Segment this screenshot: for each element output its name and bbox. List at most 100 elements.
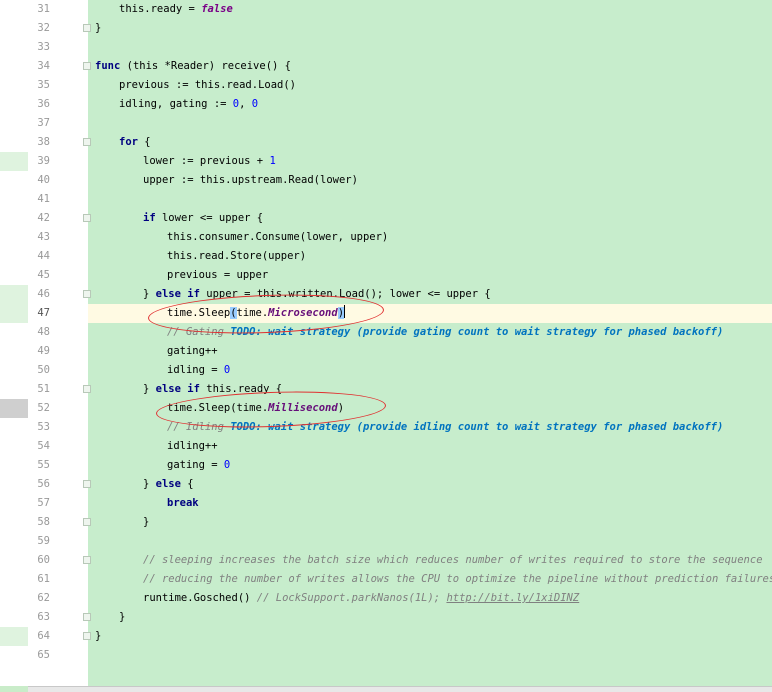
code-line[interactable]: 41 xyxy=(0,190,772,209)
code-token: 1 xyxy=(269,155,276,167)
code-line[interactable]: 36 idling, gating := 0, 0 xyxy=(0,95,772,114)
line-number: 58 xyxy=(37,516,50,528)
code-token: { xyxy=(180,478,194,490)
line-number: 55 xyxy=(37,459,50,471)
code-token: } xyxy=(143,478,156,490)
code-line[interactable]: 52 time.Sleep(time.Millisecond) xyxy=(0,399,772,418)
line-number: 48 xyxy=(37,326,50,338)
code-line[interactable]: 39 lower := previous + 1 xyxy=(0,152,772,171)
code-token: this.ready = xyxy=(119,3,202,15)
line-number: 44 xyxy=(37,250,50,262)
code-line[interactable]: 65 xyxy=(0,646,772,665)
code-token: false xyxy=(201,3,233,15)
code-line[interactable]: 42 if lower <= upper { xyxy=(0,209,772,228)
code-line[interactable]: 53// Idling TODO: wait strategy (provide… xyxy=(0,418,772,437)
code-editor[interactable]: 31 this.ready = false 32} 33 34 func (this *R… xyxy=(0,0,772,686)
code-line[interactable]: 59 xyxy=(0,532,772,551)
line-number: 37 xyxy=(37,117,50,129)
code-token: 0 xyxy=(223,364,231,376)
code-token: 0 xyxy=(223,459,231,471)
code-token: this.read.Store(upper) xyxy=(167,250,307,262)
fold-toggle-icon[interactable] xyxy=(83,480,91,488)
code-token: lower <= upper { xyxy=(155,212,264,224)
code-line[interactable]: 63} xyxy=(0,608,772,627)
line-code: upper := this.upstream.Read(lower) xyxy=(143,171,358,190)
fold-toggle-icon[interactable] xyxy=(83,385,91,393)
code-line[interactable]: 37 xyxy=(0,114,772,133)
code-line[interactable]: 47 time.Sleep(time.Microsecond) xyxy=(0,304,772,323)
code-line[interactable]: 51} else if this.ready { xyxy=(0,380,772,399)
code-token: this.consumer.Consume(lower, upper) xyxy=(167,231,389,243)
code-line[interactable]: 58} xyxy=(0,513,772,532)
fold-toggle-icon[interactable] xyxy=(83,290,91,298)
code-line[interactable]: 32} xyxy=(0,19,772,38)
line-number: 53 xyxy=(37,421,50,433)
line-number: 38 xyxy=(37,136,50,148)
code-token: } xyxy=(119,611,126,623)
fold-toggle-icon[interactable] xyxy=(83,518,91,526)
code-line[interactable]: 50 idling = 0 xyxy=(0,361,772,380)
horizontal-scrollbar[interactable] xyxy=(28,686,772,692)
line-number: 59 xyxy=(37,535,50,547)
code-token[interactable]: http://bit.ly/1xiDINZ xyxy=(446,592,579,604)
line-number: 49 xyxy=(37,345,50,357)
code-line[interactable]: 45 previous = upper xyxy=(0,266,772,285)
line-number: 39 xyxy=(37,155,50,167)
code-line[interactable]: 44 this.read.Store(upper) xyxy=(0,247,772,266)
code-token: idling = xyxy=(167,364,224,376)
code-token: } xyxy=(143,516,150,528)
line-code: this.ready = false xyxy=(119,0,233,19)
code-token: previous = upper xyxy=(167,269,269,281)
line-code: idling = 0 xyxy=(167,361,230,380)
line-number: 34 xyxy=(37,60,50,72)
code-token: else if xyxy=(155,288,200,300)
line-code: } xyxy=(143,513,149,532)
code-line[interactable]: 62 runtime.Gosched() // LockSupport.parkN… xyxy=(0,589,772,608)
line-number: 63 xyxy=(37,611,50,623)
code-token: if xyxy=(143,212,156,224)
code-token: else if xyxy=(155,383,200,395)
code-line[interactable]: 35 previous := this.read.Load() xyxy=(0,76,772,95)
code-token: (this *Reader) receive() { xyxy=(120,60,291,72)
code-token: } xyxy=(143,383,156,395)
code-token: } xyxy=(95,22,102,34)
fold-toggle-icon[interactable] xyxy=(83,138,91,146)
line-number: 31 xyxy=(37,3,50,15)
code-line[interactable]: 49 gating++ xyxy=(0,342,772,361)
code-line[interactable]: 57 break xyxy=(0,494,772,513)
code-line[interactable]: 60 // sleeping increases the batch size w… xyxy=(0,551,772,570)
line-code: gating = 0 xyxy=(167,456,230,475)
code-line[interactable]: 34 func (this *Reader) receive() { xyxy=(0,57,772,76)
code-line[interactable]: 31 this.ready = false xyxy=(0,0,772,19)
line-number: 47 xyxy=(37,307,50,319)
code-line[interactable]: 43 this.consumer.Consume(lower, upper) xyxy=(0,228,772,247)
fold-toggle-icon[interactable] xyxy=(83,613,91,621)
line-number: 50 xyxy=(37,364,50,376)
code-token: } xyxy=(95,630,102,642)
line-number: 32 xyxy=(37,22,50,34)
fold-toggle-icon[interactable] xyxy=(83,62,91,70)
fold-toggle-icon[interactable] xyxy=(83,24,91,32)
code-line[interactable]: 38 for { xyxy=(0,133,772,152)
line-number: 33 xyxy=(37,41,50,53)
code-line[interactable]: 56} else { xyxy=(0,475,772,494)
code-line[interactable]: 61 // reducing the number of writes allow… xyxy=(0,570,772,589)
code-token: gating = xyxy=(167,459,224,471)
fold-toggle-icon[interactable] xyxy=(83,556,91,564)
line-code: } else { xyxy=(143,475,194,494)
code-line[interactable]: 40 upper := this.upstream.Read(lower) xyxy=(0,171,772,190)
code-line[interactable]: 54 idling++ xyxy=(0,437,772,456)
code-token: idling++ xyxy=(167,440,218,452)
code-line[interactable]: 48// Gating TODO: wait strategy (provide… xyxy=(0,323,772,342)
line-code: runtime.Gosched() // LockSupport.parkNan… xyxy=(143,589,579,608)
line-code: func (this *Reader) receive() { xyxy=(95,57,291,76)
code-line[interactable]: 33 xyxy=(0,38,772,57)
code-line[interactable]: 55 gating = 0 xyxy=(0,456,772,475)
fold-toggle-icon[interactable] xyxy=(83,632,91,640)
line-number: 54 xyxy=(37,440,50,452)
line-code: lower := previous + 1 xyxy=(143,152,276,171)
line-number: 36 xyxy=(37,98,50,110)
fold-toggle-icon[interactable] xyxy=(83,214,91,222)
code-line[interactable]: 46} else if upper = this.written.Load();… xyxy=(0,285,772,304)
code-line[interactable]: 64} xyxy=(0,627,772,646)
